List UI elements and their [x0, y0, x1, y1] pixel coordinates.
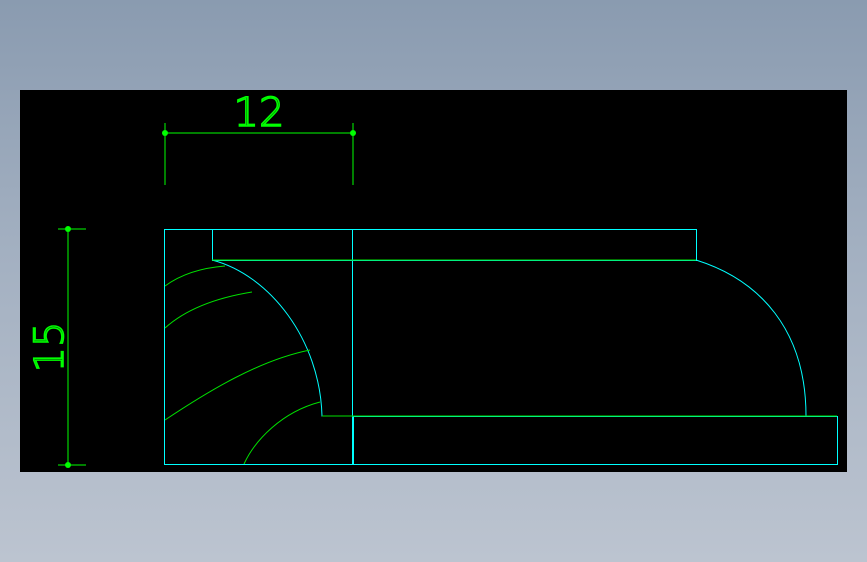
- dimension-label-15: 15: [27, 322, 73, 373]
- dimension-point-right: [350, 130, 356, 136]
- profile-outline: [164, 229, 838, 465]
- top-flange: [212, 229, 697, 261]
- outer-frame-left: [164, 229, 353, 465]
- vertical-dimension: 15: [26, 226, 86, 468]
- cad-drawing: 12 15: [26, 90, 838, 468]
- horizontal-dimension: 12: [162, 90, 356, 185]
- dimension-point-left: [162, 130, 168, 136]
- grain-line-1: [164, 265, 226, 287]
- dimension-label-12: 12: [234, 90, 285, 136]
- cad-viewport[interactable]: 12 15: [20, 90, 847, 472]
- bottom-flange: [353, 416, 838, 465]
- dimension-point-top: [65, 226, 71, 232]
- grain-line-3: [164, 349, 311, 421]
- cove-curve-left: [211, 259, 353, 417]
- cove-curve-right: [695, 259, 807, 417]
- dimension-point-bottom: [65, 462, 71, 468]
- grain-line-2: [164, 291, 253, 329]
- grain-line-4: [243, 401, 321, 465]
